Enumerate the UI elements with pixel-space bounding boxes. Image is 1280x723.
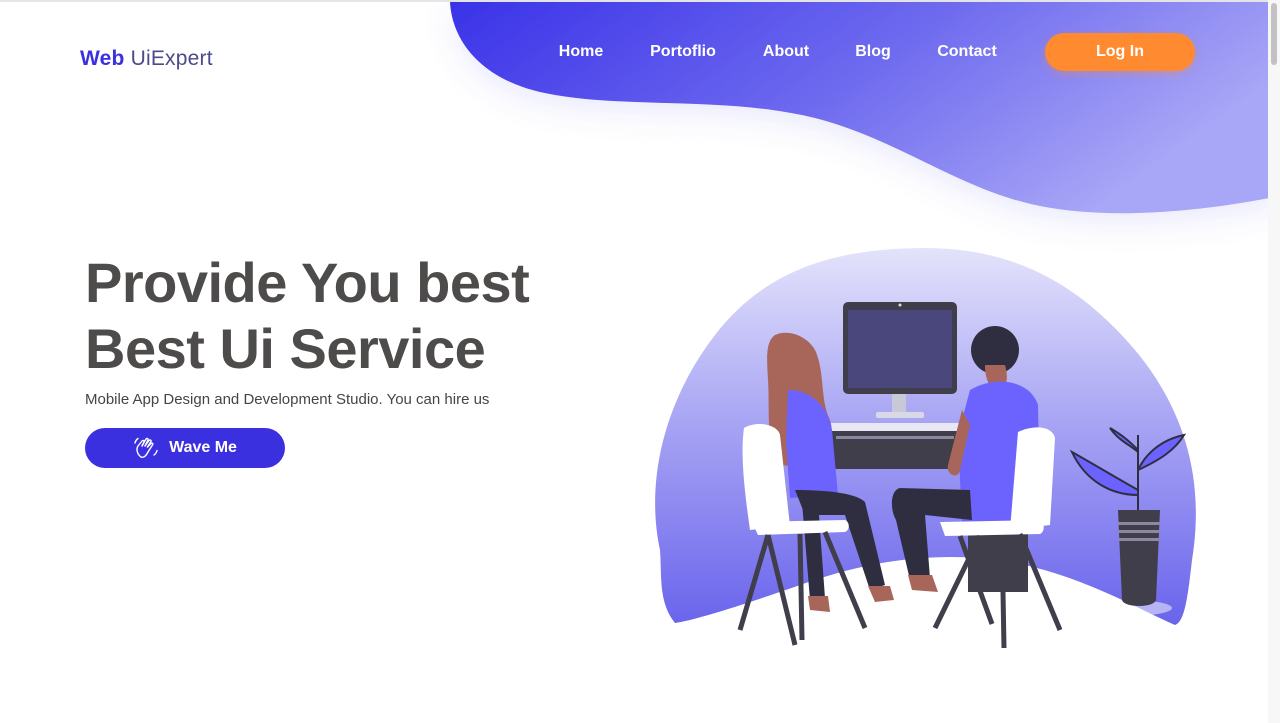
- monitor-stand: [892, 394, 906, 414]
- desk-top: [830, 423, 960, 431]
- woman-shoes: [808, 596, 830, 612]
- waving-hand-icon: [133, 435, 159, 461]
- logo-word-web: Web: [80, 47, 125, 70]
- scrollbar-thumb[interactable]: [1271, 3, 1277, 65]
- hero-subtitle: Mobile App Design and Development Studio…: [85, 391, 490, 408]
- hero-headline-line-1: Provide You best: [85, 251, 530, 314]
- monitor-screen: [848, 310, 952, 388]
- site-logo[interactable]: Web UiExpert: [80, 47, 213, 71]
- nav-portfolio-link[interactable]: Portoflio: [650, 43, 716, 61]
- hero-headline-line-2: Best Ui Service: [85, 317, 486, 380]
- two-people-at-computer-illustration: [655, 248, 1196, 649]
- wave-me-label: Wave Me: [169, 439, 237, 456]
- login-button[interactable]: Log In: [1045, 33, 1195, 71]
- nav-contact-link[interactable]: Contact: [937, 43, 997, 61]
- logo-word-uiexpert: UiExpert: [130, 47, 213, 70]
- hero-headline: Provide You best Best Ui Service: [85, 250, 530, 382]
- page-scrollbar[interactable]: [1268, 0, 1280, 723]
- wave-me-button[interactable]: Wave Me: [85, 428, 285, 468]
- nav-about-link[interactable]: About: [763, 43, 809, 61]
- right-chair-seat: [940, 520, 1044, 536]
- nav-home-link[interactable]: Home: [559, 43, 603, 61]
- nav-blog-link[interactable]: Blog: [855, 43, 891, 61]
